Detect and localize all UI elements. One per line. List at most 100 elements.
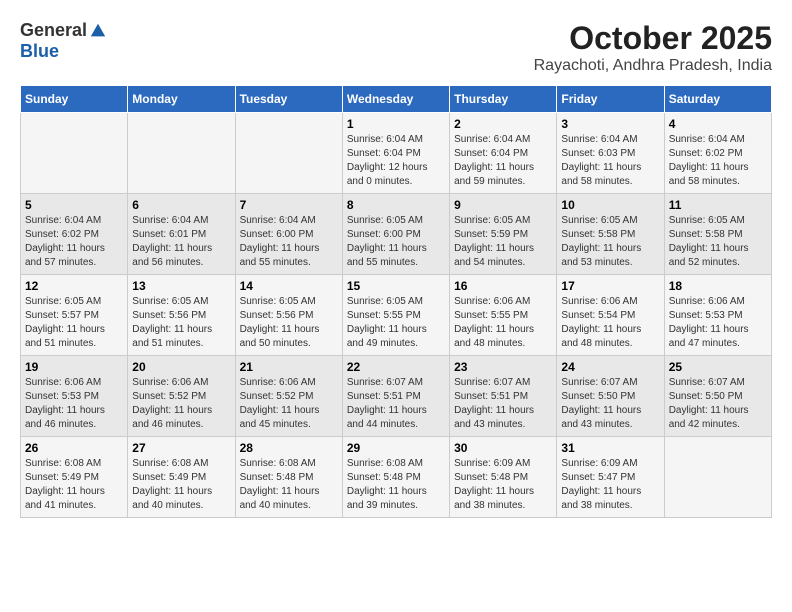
calendar-week-2: 12 Sunrise: 6:05 AM Sunset: 5:57 PM Dayli… xyxy=(21,275,772,356)
calendar-cell-w4d6 xyxy=(664,437,771,518)
day-number: 11 xyxy=(669,198,767,212)
calendar-title: October 2025 xyxy=(534,20,772,57)
day-info: Sunrise: 6:07 AM Sunset: 5:50 PM Dayligh… xyxy=(669,376,767,432)
header: General Blue October 2025 Rayachoti, And… xyxy=(20,20,772,75)
day-number: 1 xyxy=(347,117,445,131)
day-number: 23 xyxy=(454,360,552,374)
day-number: 7 xyxy=(240,198,338,212)
calendar-header-row: SundayMondayTuesdayWednesdayThursdayFrid… xyxy=(21,86,772,113)
calendar-cell-w2d5: 17Sunrise: 6:06 AM Sunset: 5:54 PM Dayli… xyxy=(557,275,664,356)
day-info: Sunrise: 6:05 AM Sunset: 5:57 PM Dayligh… xyxy=(25,295,123,351)
day-info: Sunrise: 6:09 AM Sunset: 5:48 PM Dayligh… xyxy=(454,457,552,513)
day-info: Sunrise: 6:04 AM Sunset: 6:04 PM Dayligh… xyxy=(454,133,552,189)
day-number: 4 xyxy=(669,117,767,131)
day-info: Sunrise: 6:05 AM Sunset: 5:58 PM Dayligh… xyxy=(669,214,767,270)
day-number: 19 xyxy=(25,360,123,374)
logo-blue-text: Blue xyxy=(20,41,59,62)
logo-general-text: General xyxy=(20,20,87,41)
calendar-cell-w3d0: 19 Sunrise: 6:06 AM Sunset: 5:53 PM Dayli… xyxy=(21,356,128,437)
day-number: 6 xyxy=(132,198,230,212)
calendar-cell-w1d4: 9 Sunrise: 6:05 AM Sunset: 5:59 PM Daylig… xyxy=(450,194,557,275)
calendar-body: 1 Sunrise: 6:04 AM Sunset: 6:04 PM Daylig… xyxy=(21,113,772,518)
calendar-cell-w3d6: 25 Sunrise: 6:07 AM Sunset: 5:50 PM Dayli… xyxy=(664,356,771,437)
day-number: 29 xyxy=(347,441,445,455)
day-number: 16 xyxy=(454,279,552,293)
day-number: 25 xyxy=(669,360,767,374)
calendar-week-3: 19 Sunrise: 6:06 AM Sunset: 5:53 PM Dayli… xyxy=(21,356,772,437)
calendar-cell-w2d1: 13Sunrise: 6:05 AM Sunset: 5:56 PM Dayli… xyxy=(128,275,235,356)
day-number: 13 xyxy=(132,279,230,293)
day-info: Sunrise: 6:08 AM Sunset: 5:49 PM Dayligh… xyxy=(25,457,123,513)
day-number: 8 xyxy=(347,198,445,212)
day-info: Sunrise: 6:07 AM Sunset: 5:51 PM Dayligh… xyxy=(347,376,445,432)
calendar-cell-w4d2: 28 Sunrise: 6:08 AM Sunset: 5:48 PM Dayli… xyxy=(235,437,342,518)
header-wednesday: Wednesday xyxy=(342,86,449,113)
calendar-cell-w4d0: 26 Sunrise: 6:08 AM Sunset: 5:49 PM Dayli… xyxy=(21,437,128,518)
calendar-cell-w3d2: 21 Sunrise: 6:06 AM Sunset: 5:52 PM Dayli… xyxy=(235,356,342,437)
day-info: Sunrise: 6:08 AM Sunset: 5:48 PM Dayligh… xyxy=(240,457,338,513)
day-info: Sunrise: 6:04 AM Sunset: 6:04 PM Dayligh… xyxy=(347,133,445,189)
day-number: 30 xyxy=(454,441,552,455)
day-info: Sunrise: 6:06 AM Sunset: 5:55 PM Dayligh… xyxy=(454,295,552,351)
day-info: Sunrise: 6:08 AM Sunset: 5:49 PM Dayligh… xyxy=(132,457,230,513)
header-monday: Monday xyxy=(128,86,235,113)
calendar-cell-w4d5: 31 Sunrise: 6:09 AM Sunset: 5:47 PM Dayli… xyxy=(557,437,664,518)
day-number: 9 xyxy=(454,198,552,212)
calendar-cell-w2d2: 14 Sunrise: 6:05 AM Sunset: 5:56 PM Dayli… xyxy=(235,275,342,356)
day-info: Sunrise: 6:08 AM Sunset: 5:48 PM Dayligh… xyxy=(347,457,445,513)
day-number: 3 xyxy=(561,117,659,131)
header-saturday: Saturday xyxy=(664,86,771,113)
calendar-cell-w2d0: 12 Sunrise: 6:05 AM Sunset: 5:57 PM Dayli… xyxy=(21,275,128,356)
calendar-cell-w0d0 xyxy=(21,113,128,194)
day-info: Sunrise: 6:06 AM Sunset: 5:52 PM Dayligh… xyxy=(132,376,230,432)
calendar-cell-w1d0: 5 Sunrise: 6:04 AM Sunset: 6:02 PM Daylig… xyxy=(21,194,128,275)
day-info: Sunrise: 6:07 AM Sunset: 5:51 PM Dayligh… xyxy=(454,376,552,432)
day-info: Sunrise: 6:09 AM Sunset: 5:47 PM Dayligh… xyxy=(561,457,659,513)
day-info: Sunrise: 6:04 AM Sunset: 6:02 PM Dayligh… xyxy=(669,133,767,189)
day-info: Sunrise: 6:06 AM Sunset: 5:53 PM Dayligh… xyxy=(25,376,123,432)
logo-icon xyxy=(89,22,107,40)
calendar-week-0: 1 Sunrise: 6:04 AM Sunset: 6:04 PM Daylig… xyxy=(21,113,772,194)
calendar-cell-w4d1: 27 Sunrise: 6:08 AM Sunset: 5:49 PM Dayli… xyxy=(128,437,235,518)
header-thursday: Thursday xyxy=(450,86,557,113)
day-info: Sunrise: 6:06 AM Sunset: 5:53 PM Dayligh… xyxy=(669,295,767,351)
header-tuesday: Tuesday xyxy=(235,86,342,113)
day-number: 12 xyxy=(25,279,123,293)
calendar-cell-w0d5: 3Sunrise: 6:04 AM Sunset: 6:03 PM Daylig… xyxy=(557,113,664,194)
calendar-cell-w4d3: 29 Sunrise: 6:08 AM Sunset: 5:48 PM Dayli… xyxy=(342,437,449,518)
day-number: 5 xyxy=(25,198,123,212)
day-number: 22 xyxy=(347,360,445,374)
day-number: 14 xyxy=(240,279,338,293)
day-info: Sunrise: 6:04 AM Sunset: 6:02 PM Dayligh… xyxy=(25,214,123,270)
calendar-cell-w0d3: 1 Sunrise: 6:04 AM Sunset: 6:04 PM Daylig… xyxy=(342,113,449,194)
day-number: 26 xyxy=(25,441,123,455)
logo: General Blue xyxy=(20,20,107,62)
calendar-cell-w1d6: 11 Sunrise: 6:05 AM Sunset: 5:58 PM Dayli… xyxy=(664,194,771,275)
calendar-cell-w0d6: 4 Sunrise: 6:04 AM Sunset: 6:02 PM Daylig… xyxy=(664,113,771,194)
day-number: 31 xyxy=(561,441,659,455)
calendar-table: SundayMondayTuesdayWednesdayThursdayFrid… xyxy=(20,85,772,518)
day-number: 10 xyxy=(561,198,659,212)
calendar-cell-w1d1: 6Sunrise: 6:04 AM Sunset: 6:01 PM Daylig… xyxy=(128,194,235,275)
day-number: 27 xyxy=(132,441,230,455)
day-number: 28 xyxy=(240,441,338,455)
calendar-cell-w1d2: 7 Sunrise: 6:04 AM Sunset: 6:00 PM Daylig… xyxy=(235,194,342,275)
title-area: October 2025 Rayachoti, Andhra Pradesh, … xyxy=(534,20,772,75)
header-sunday: Sunday xyxy=(21,86,128,113)
day-info: Sunrise: 6:05 AM Sunset: 5:55 PM Dayligh… xyxy=(347,295,445,351)
day-info: Sunrise: 6:06 AM Sunset: 5:52 PM Dayligh… xyxy=(240,376,338,432)
day-number: 21 xyxy=(240,360,338,374)
day-info: Sunrise: 6:05 AM Sunset: 5:59 PM Dayligh… xyxy=(454,214,552,270)
day-info: Sunrise: 6:07 AM Sunset: 5:50 PM Dayligh… xyxy=(561,376,659,432)
calendar-cell-w1d5: 10Sunrise: 6:05 AM Sunset: 5:58 PM Dayli… xyxy=(557,194,664,275)
header-friday: Friday xyxy=(557,86,664,113)
day-number: 20 xyxy=(132,360,230,374)
calendar-week-4: 26 Sunrise: 6:08 AM Sunset: 5:49 PM Dayli… xyxy=(21,437,772,518)
day-info: Sunrise: 6:05 AM Sunset: 5:56 PM Dayligh… xyxy=(240,295,338,351)
day-number: 15 xyxy=(347,279,445,293)
day-info: Sunrise: 6:05 AM Sunset: 6:00 PM Dayligh… xyxy=(347,214,445,270)
calendar-cell-w2d3: 15 Sunrise: 6:05 AM Sunset: 5:55 PM Dayli… xyxy=(342,275,449,356)
calendar-cell-w2d6: 18Sunrise: 6:06 AM Sunset: 5:53 PM Dayli… xyxy=(664,275,771,356)
day-info: Sunrise: 6:04 AM Sunset: 6:00 PM Dayligh… xyxy=(240,214,338,270)
calendar-subtitle: Rayachoti, Andhra Pradesh, India xyxy=(534,57,772,75)
